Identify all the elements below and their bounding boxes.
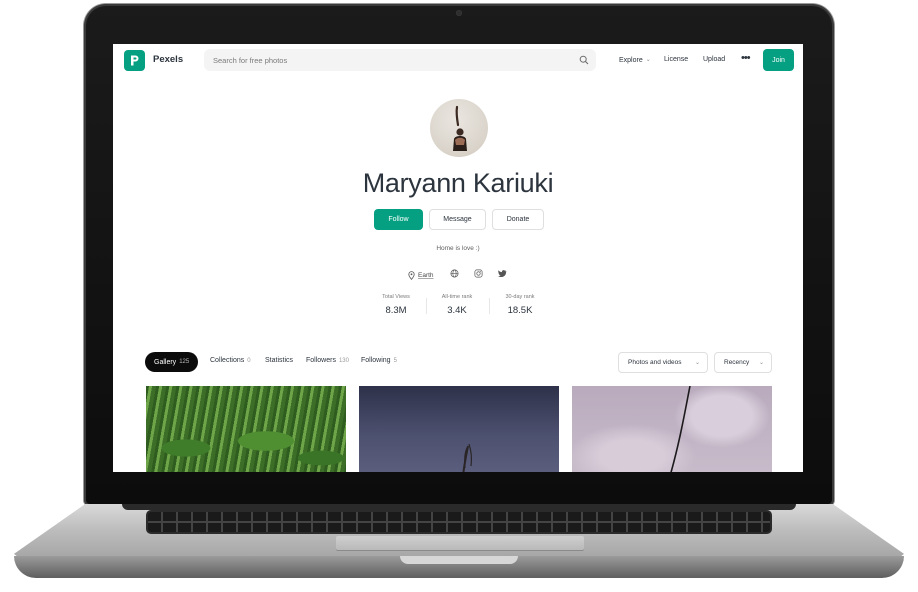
- pexels-logo-icon[interactable]: [124, 50, 145, 71]
- stat-label: 30-day rank: [505, 294, 535, 300]
- tab-label: Statistics: [265, 357, 294, 364]
- media-type-dropdown[interactable]: Photos and videos ⌄: [618, 352, 708, 373]
- location-label: Earth: [418, 271, 434, 279]
- pexels-p-glyph: [131, 55, 139, 66]
- message-button[interactable]: Message: [429, 209, 486, 230]
- donate-button[interactable]: Donate: [492, 209, 544, 230]
- sort-dropdown[interactable]: Recency ⌄: [714, 352, 772, 373]
- stat-value: 18.5K: [507, 305, 533, 316]
- tab-count: 5: [393, 358, 397, 364]
- stat-label: Total Views: [382, 294, 410, 300]
- tab-collections[interactable]: Collections 0: [210, 357, 251, 364]
- tab-count: 125: [179, 359, 190, 365]
- gallery-photo-dusk-plant[interactable]: [359, 386, 559, 472]
- dropdown-value: Recency: [724, 359, 750, 366]
- brand-name[interactable]: Pexels: [153, 54, 183, 65]
- twitter-icon[interactable]: [498, 269, 507, 278]
- tab-followers[interactable]: Followers 130: [306, 357, 349, 364]
- laptop-hinge: [122, 504, 796, 510]
- follow-button[interactable]: Follow: [374, 209, 423, 230]
- top-navigation-bar: Pexels Explore⌄ License Upload ••• Join: [113, 44, 803, 76]
- gallery-photo-sky-branch[interactable]: [572, 386, 772, 472]
- profile-name: Maryann Kariuki: [362, 168, 554, 198]
- tab-label: Followers: [306, 357, 336, 364]
- laptop-opening-notch: [400, 556, 518, 564]
- chevron-down-icon: ⌄: [694, 360, 700, 366]
- stat-value: 8.3M: [385, 305, 407, 316]
- laptop-trackpad: [336, 536, 584, 550]
- instagram-icon[interactable]: [474, 269, 483, 278]
- tab-gallery[interactable]: Gallery 125: [145, 352, 199, 372]
- browser-screen: Pexels Explore⌄ License Upload ••• Join …: [113, 44, 803, 472]
- avatar-photo: [453, 105, 467, 151]
- tab-statistics[interactable]: Statistics: [265, 357, 293, 364]
- stat-total-views: Total Views 8.3M: [366, 294, 426, 316]
- profile-location[interactable]: Earth: [408, 269, 434, 281]
- tab-label: Gallery: [154, 358, 177, 366]
- join-button[interactable]: Join: [763, 49, 794, 71]
- nav-explore-label: Explore: [619, 57, 643, 64]
- branch-silhouette: [670, 386, 691, 472]
- profile-bio: Home is love :): [436, 245, 480, 252]
- globe-icon[interactable]: [450, 269, 459, 278]
- stat-label: All-time rank: [441, 294, 473, 300]
- chevron-down-icon: ⌄: [645, 57, 651, 63]
- search-icon[interactable]: [579, 55, 589, 65]
- laptop-keyboard: [148, 512, 770, 532]
- nav-upload[interactable]: Upload: [703, 56, 725, 63]
- nav-explore[interactable]: Explore ⌄: [619, 56, 651, 64]
- stat-all-time-rank: All-time rank 3.4K: [427, 294, 487, 316]
- tab-count: 0: [247, 358, 251, 364]
- tab-label: Following: [361, 357, 391, 364]
- tab-count: 130: [338, 358, 349, 364]
- more-menu-icon[interactable]: •••: [741, 52, 751, 64]
- search-input[interactable]: [204, 49, 596, 71]
- plant-silhouette: [462, 443, 472, 472]
- webcam: [456, 10, 462, 16]
- chevron-down-icon: ⌄: [758, 360, 764, 366]
- dropdown-value: Photos and videos: [628, 359, 682, 366]
- stat-30-day-rank: 30-day rank 18.5K: [490, 294, 550, 316]
- avatar: [430, 99, 488, 157]
- location-pin-icon: [408, 270, 415, 280]
- stat-value: 3.4K: [447, 305, 467, 316]
- tab-label: Collections: [210, 357, 245, 364]
- gallery-photo-ferns[interactable]: [146, 386, 346, 472]
- nav-license[interactable]: License: [664, 56, 688, 63]
- tab-following[interactable]: Following 5: [361, 357, 397, 364]
